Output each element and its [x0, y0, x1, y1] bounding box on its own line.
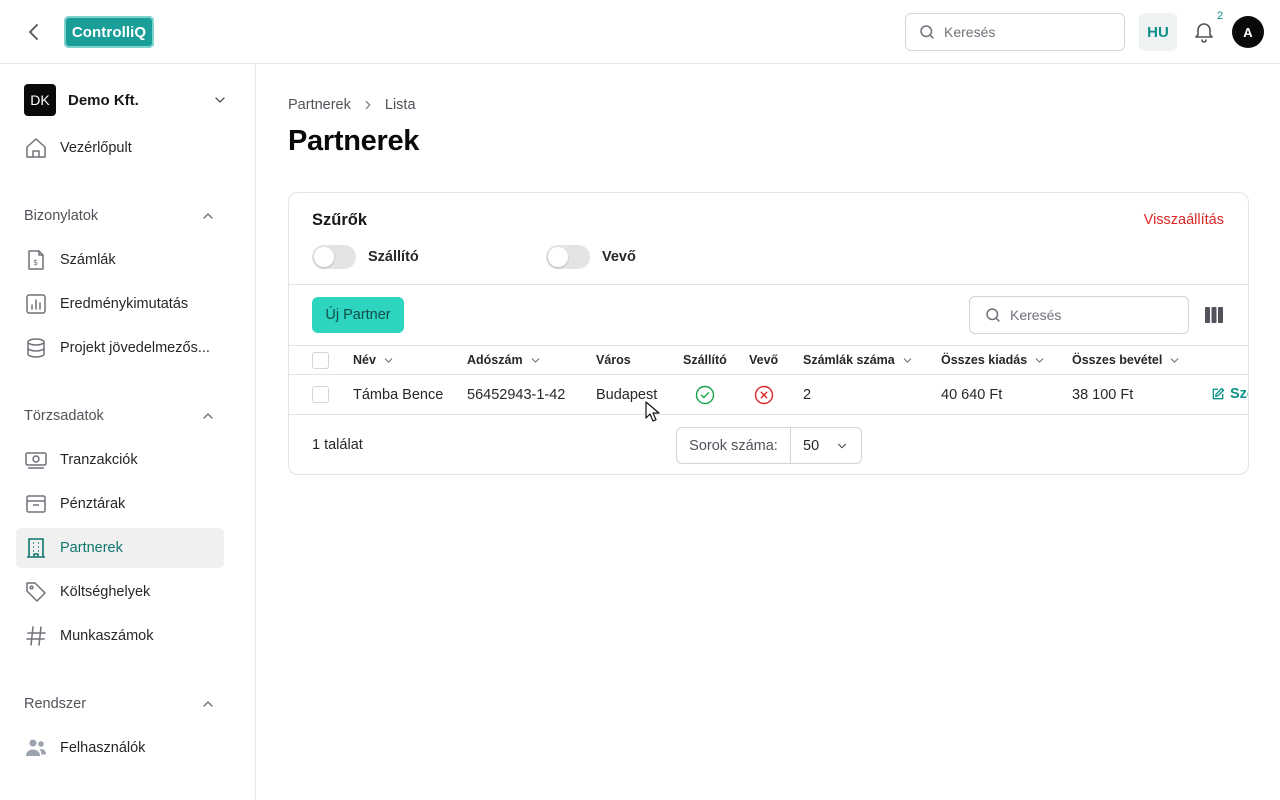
cash-register-icon [24, 492, 48, 516]
column-header-tax-number[interactable]: Adószám [467, 353, 542, 367]
toggle-track [312, 245, 356, 269]
columns-icon [1205, 307, 1223, 323]
sidebar-item-job-numbers[interactable]: Munkaszámok [16, 616, 224, 656]
building-icon [24, 536, 48, 560]
company-initials: DK [24, 84, 56, 116]
search-icon [986, 308, 1000, 322]
database-icon [24, 336, 48, 360]
rows-per-page-select[interactable]: Sorok száma: 50 [676, 427, 862, 464]
column-header-total-expense[interactable]: Összes kiadás [941, 353, 1046, 367]
chevron-down-icon [1171, 357, 1179, 363]
notifications-button[interactable] [1192, 20, 1216, 44]
toggle-label: Szállító [368, 249, 419, 265]
chevron-down-icon [837, 443, 847, 448]
table-row[interactable]: Támba Bence 56452943-1-42 Budapest 2 40 … [289, 375, 1248, 415]
chevron-down-icon [215, 97, 225, 103]
chevron-left-icon [29, 24, 38, 40]
page-title: Partnerek [288, 125, 420, 157]
sidebar-item-transactions[interactable]: Tranzakciók [16, 440, 224, 480]
rows-per-page-label: Sorok száma: [677, 428, 791, 463]
mouse-cursor-icon [645, 401, 660, 422]
top-bar: ControlliQ HU 2 A [0, 0, 1280, 64]
customer-no-icon [754, 385, 774, 405]
filters-title: Szűrők [312, 211, 368, 229]
supplier-yes-icon [695, 385, 715, 405]
home-icon [24, 136, 48, 160]
customer-toggle[interactable]: Vevő [546, 245, 636, 269]
section-rendszer[interactable]: Rendszer [24, 694, 216, 714]
section-bizonylatok[interactable]: Bizonylatok [24, 206, 216, 226]
chevron-down-icon [1035, 357, 1044, 363]
column-header-total-income[interactable]: Összes bevétel [1072, 353, 1181, 367]
sidebar-item-project-profitability[interactable]: Projekt jövedelmezős... [16, 328, 224, 368]
sidebar-item-partners[interactable]: Partnerek [16, 528, 224, 568]
user-avatar[interactable]: A [1232, 16, 1264, 48]
cell-name: Támba Bence [353, 387, 444, 403]
breadcrumb-partners[interactable]: Partnerek [288, 97, 351, 113]
new-partner-button[interactable]: Új Partner [312, 297, 404, 333]
rows-per-page-value[interactable]: 50 [791, 438, 861, 454]
invoice-icon: $ [24, 248, 48, 272]
sidebar-item-invoices[interactable]: $ Számlák [16, 240, 224, 280]
table-header: Név Adószám Város Szállító Vevő Számlák … [289, 345, 1248, 375]
svg-text:$: $ [33, 258, 38, 267]
top-search-input[interactable] [944, 24, 1104, 40]
column-header-name[interactable]: Név [353, 353, 395, 367]
top-search-box[interactable] [905, 13, 1125, 51]
row-checkbox[interactable] [312, 386, 329, 403]
sidebar-item-cost-centers[interactable]: Költséghelyek [16, 572, 224, 612]
chevron-up-icon [203, 213, 213, 219]
divider [289, 284, 1248, 285]
back-button[interactable] [22, 20, 46, 44]
chevron-down-icon [903, 357, 912, 363]
sidebar-item-income-statement[interactable]: Eredménykimutatás [16, 284, 224, 324]
edit-row-button[interactable]: Sze [1211, 386, 1248, 402]
table-search-input[interactable] [1010, 307, 1170, 323]
select-all-checkbox[interactable] [312, 352, 329, 369]
chevron-right-icon [365, 100, 371, 110]
cell-total-expense: 40 640 Ft [941, 387, 1003, 403]
sidebar-item-label: Vezérlőpult [60, 140, 132, 156]
toggle-track [546, 245, 590, 269]
column-header-invoice-count[interactable]: Számlák száma [803, 353, 914, 367]
sidebar: DK Demo Kft. Vezérlőpult Bizonylatok $ S… [0, 65, 256, 800]
banknote-icon [24, 448, 48, 472]
partners-card: Szűrők Visszaállítás Szállító Vevő Új Pa… [288, 192, 1249, 475]
sidebar-item-dashboard[interactable]: Vezérlőpult [16, 128, 224, 168]
breadcrumb-list: Lista [384, 97, 416, 113]
toggle-label: Vevő [602, 249, 636, 265]
chevron-down-icon [384, 357, 393, 363]
supplier-toggle[interactable]: Szállító [312, 245, 419, 269]
language-button[interactable]: HU [1139, 13, 1177, 51]
tag-icon [24, 580, 48, 604]
cell-total-income: 38 100 Ft [1072, 387, 1134, 403]
company-name: Demo Kft. [68, 91, 139, 109]
hash-icon [24, 624, 48, 648]
search-icon [920, 25, 934, 39]
logo[interactable]: ControlliQ [64, 16, 154, 48]
sidebar-item-cash-registers[interactable]: Pénztárak [16, 484, 224, 524]
column-header-customer: Vevő [749, 353, 779, 367]
reset-filters-button[interactable]: Visszaállítás [1144, 212, 1224, 228]
breadcrumb: Partnerek Lista [288, 97, 416, 113]
chevron-up-icon [203, 413, 213, 419]
company-switcher[interactable]: DK Demo Kft. [24, 84, 232, 116]
cell-tax-number: 56452943-1-42 [467, 387, 566, 403]
cell-invoice-count: 2 [803, 387, 812, 403]
columns-button[interactable] [1203, 305, 1225, 325]
notification-count: 2 [1217, 10, 1224, 22]
users-icon [24, 736, 48, 760]
bell-icon [1195, 23, 1213, 43]
table-search-box[interactable] [969, 296, 1189, 334]
edit-icon [1212, 387, 1225, 400]
sidebar-item-users[interactable]: Felhasználók [16, 728, 224, 768]
bar-chart-icon [24, 292, 48, 316]
chevron-down-icon [531, 357, 539, 363]
section-torzsadatok[interactable]: Törzsadatok [24, 406, 216, 426]
results-count: 1 találat [312, 437, 363, 453]
column-header-supplier: Szállító [683, 353, 727, 367]
chevron-up-icon [203, 701, 213, 707]
column-header-city: Város [596, 353, 631, 367]
